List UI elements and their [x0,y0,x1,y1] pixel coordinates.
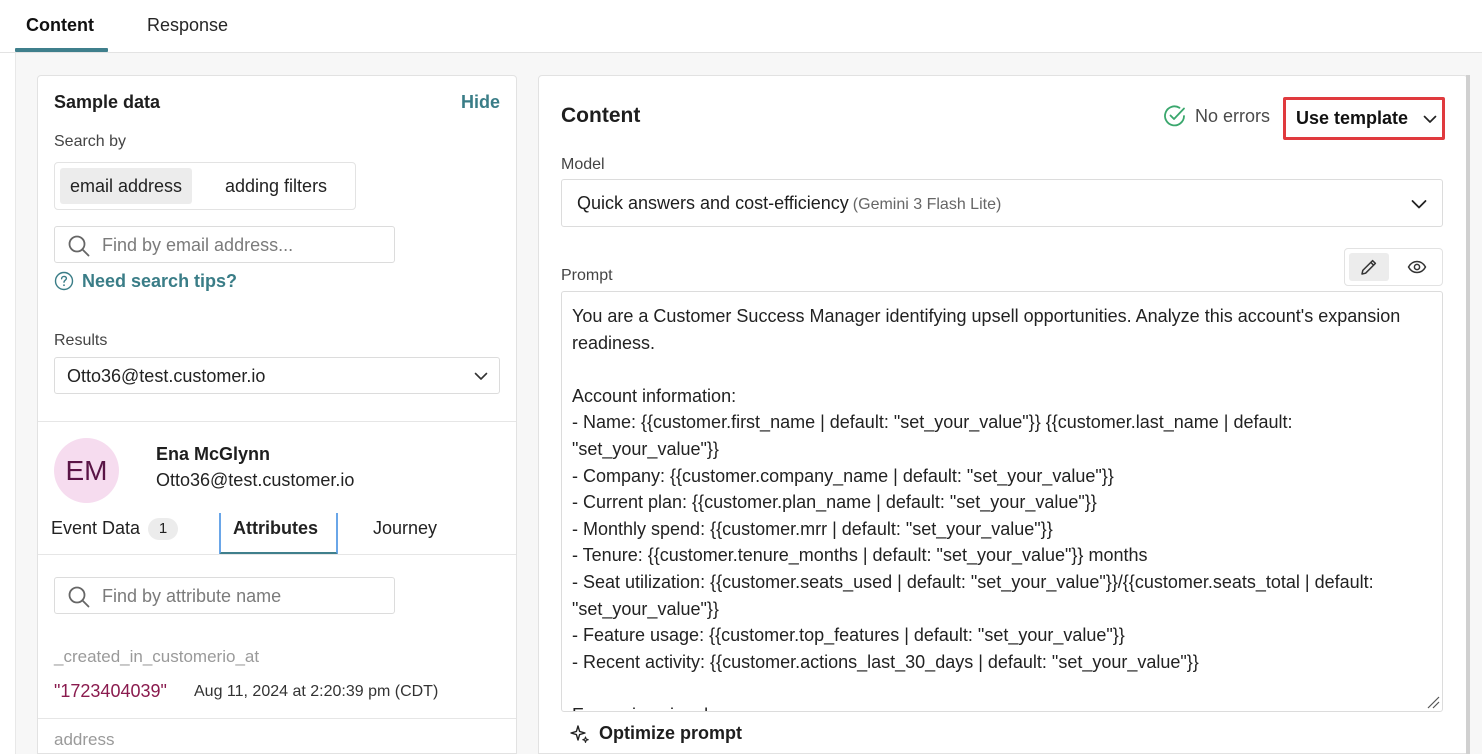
tab-event-data-label: Event Data [51,518,141,538]
chevron-down-icon [1411,200,1427,209]
email-search-field [54,226,395,263]
search-tips-label: Need search tips? [82,270,238,291]
edit-mode-button[interactable] [1349,253,1389,281]
tab-journey[interactable]: Journey [373,518,437,539]
event-data-count-badge: 1 [148,518,179,540]
optimize-prompt-button[interactable]: Optimize prompt [570,723,742,744]
model-name: Quick answers and cost-efficiency [577,193,849,213]
optimize-prompt-label: Optimize prompt [599,723,742,743]
preview-mode-button[interactable] [1397,253,1437,281]
active-tab-indicator [15,48,108,52]
use-template-button[interactable]: Use template [1283,97,1445,140]
status-text: No errors [1195,105,1271,126]
attribute-value: "1723404039" [54,681,167,701]
search-by-label: Search by [54,133,127,150]
sparkle-icon [570,724,589,743]
pencil-icon [1361,259,1377,275]
model-selected-value: Quick answers and cost-efficiency (Gemini… [577,193,1001,214]
check-circle-icon [1164,105,1185,127]
attribute-divider [38,718,516,719]
search-tips-link[interactable]: Need search tips? [54,269,237,293]
search-icon [68,586,90,608]
tab-attributes[interactable]: Attributes [233,518,318,539]
prompt-label: Prompt [561,267,613,284]
top-tab-bar: Content Response [0,0,1482,53]
attribute-name: address [54,730,115,749]
tab-content[interactable]: Content [26,15,94,36]
chevron-down-icon [1423,115,1437,123]
profile-name: Ena McGlynn [156,444,271,464]
eye-icon [1407,260,1427,274]
subtab-divider [38,554,516,555]
search-by-email-option[interactable]: email address [60,168,193,204]
email-search-input[interactable] [102,233,387,257]
search-by-toggle: email address adding filters [54,162,356,210]
validation-status: No errors [1163,104,1270,128]
prompt-text[interactable]: You are a Customer Success Manager ident… [572,303,1422,711]
hide-button[interactable]: Hide [461,92,500,113]
avatar: EM [54,438,119,503]
sample-data-title: Sample data [54,92,161,112]
tab-response[interactable]: Response [147,15,228,36]
results-selected-value: Otto36@test.customer.io [67,366,266,386]
sample-data-panel: Sample data Hide Search by email address… [37,75,517,754]
results-label: Results [54,332,108,349]
tab-event-data[interactable]: Event Data 1 [51,518,179,540]
profile-email: Otto36@test.customer.io [156,470,355,490]
search-icon [68,235,90,257]
search-by-filters-option[interactable]: adding filters [215,168,337,204]
prompt-mode-toggle [1344,248,1443,286]
content-title: Content [561,104,641,127]
model-label: Model [561,156,605,173]
section-divider [38,421,516,422]
attribute-formatted-date: Aug 11, 2024 at 2:20:39 pm (CDT) [194,683,439,700]
attribute-search-input[interactable] [102,584,387,608]
prompt-editor[interactable]: You are a Customer Success Manager ident… [561,291,1443,712]
attribute-name: _created_in_customerio_at [54,647,260,666]
attribute-search-field [54,577,395,614]
chevron-down-icon [474,372,488,380]
resize-handle-icon[interactable] [1426,695,1440,709]
use-template-label: Use template [1296,108,1409,128]
content-panel: Content No errors Use template Model Qui… [538,75,1468,754]
model-sub-label: (Gemini 3 Flash Lite) [852,196,1002,213]
results-select[interactable]: Otto36@test.customer.io [54,357,500,394]
model-select[interactable]: Quick answers and cost-efficiency (Gemini… [561,179,1443,227]
question-circle-icon [54,271,74,291]
page-scrollbar[interactable] [1466,75,1470,754]
